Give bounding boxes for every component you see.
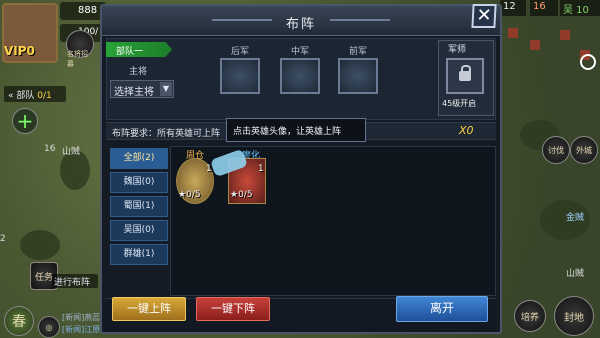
add-icon[interactable]: +	[12, 108, 38, 134]
tab-wu[interactable]: 吴国(0)	[110, 220, 168, 241]
hero-exp: ★0/5	[230, 190, 253, 200]
ongoing-formation[interactable]: 进行布阵	[52, 274, 98, 288]
bonus-count: X0	[459, 124, 474, 137]
guild-icon[interactable]: 外城	[570, 136, 598, 164]
strategist-unlock-text: 45级开启	[442, 99, 477, 108]
vip-level: VIP0	[4, 44, 35, 58]
resource-1: 12	[500, 0, 526, 16]
tab-wei[interactable]: 魏国(0)	[110, 172, 168, 193]
territory-tile	[530, 40, 540, 50]
map-label-golden: 金贼	[566, 213, 585, 223]
tab-qunxiong[interactable]: 群雄(1)	[110, 244, 168, 265]
one-click-deploy-button[interactable]: 一键上阵	[112, 297, 186, 321]
strategist-slot[interactable]	[446, 58, 484, 94]
star-icon: ★	[178, 190, 187, 200]
search-icon[interactable]	[580, 54, 596, 70]
resource-3: 吴 10	[560, 0, 600, 16]
leave-button[interactable]: 离开	[396, 296, 488, 322]
strategist-label: 军师	[448, 45, 467, 55]
hero-exp: ★0/5	[178, 190, 201, 200]
chat-icon[interactable]: ◎	[38, 316, 60, 338]
slot-label-front: 前军	[348, 47, 367, 57]
recruit-icon[interactable]: 名将招募	[66, 30, 94, 68]
lock-icon	[459, 65, 471, 81]
chevron-left-icon: «	[8, 91, 14, 101]
squad-panel[interactable]: « 部队 0/1	[4, 86, 66, 102]
news-line-1: [新闻]燕蕊	[62, 313, 101, 322]
map-label-mountain-right: 山贼	[566, 269, 585, 279]
team-tag[interactable]: 部队一	[106, 42, 172, 57]
slot-rear[interactable]	[220, 58, 260, 94]
train-icon[interactable]: 培养	[514, 300, 546, 332]
tree-cluster	[20, 230, 60, 260]
territory-tile	[560, 30, 570, 40]
tab-shu[interactable]: 蜀国(1)	[110, 196, 168, 217]
main-general-label: 主将	[129, 67, 148, 77]
select-main-general[interactable]: 选择主将 ▼	[110, 80, 174, 98]
map-label-mountain: 山贼	[62, 147, 81, 157]
slot-label-mid: 中军	[290, 47, 309, 57]
spring-icon[interactable]: 春	[4, 306, 34, 336]
dialog-body: 部队一 主将 选择主将 ▼ 后军 中军 前军 军师 45级开启 布阵要求：所有英…	[102, 6, 500, 332]
research-icon[interactable]: 讨伐	[542, 136, 570, 164]
map-number: 2	[0, 234, 6, 244]
tab-all[interactable]: 全部(2)	[110, 148, 168, 169]
map-label-left: 16	[44, 144, 56, 154]
hero-tip: 点击英雄头像，让英雄上阵	[226, 118, 366, 142]
slot-label-rear: 后军	[230, 47, 249, 57]
star-icon: ★	[230, 190, 239, 200]
hero-level: 1	[258, 164, 264, 174]
slot-front[interactable]	[338, 58, 378, 94]
one-click-remove-button[interactable]: 一键下阵	[196, 297, 270, 321]
fief-icon[interactable]: 封地	[554, 296, 594, 336]
news-line-2: [新闻]江原	[62, 325, 101, 334]
faction-tabs: 全部(2) 魏国(0) 蜀国(1) 吴国(0) 群雄(1)	[110, 148, 170, 268]
resource-2: 16	[530, 0, 558, 16]
chevron-down-icon: ▼	[160, 82, 172, 96]
territory-tile	[508, 28, 518, 38]
slot-mid[interactable]	[280, 58, 320, 94]
